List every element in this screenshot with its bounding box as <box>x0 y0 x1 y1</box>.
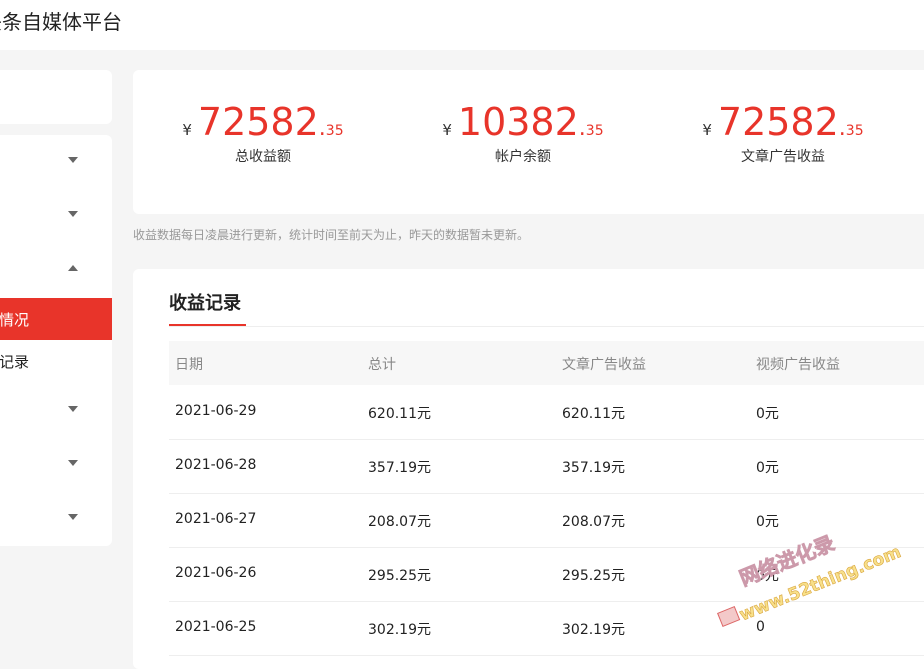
update-notice: 收益数据每日凌晨进行更新，统计时间至前天为止，昨天的数据暂未更新。 <box>133 226 529 243</box>
stat-label: 总收益额 <box>133 146 393 166</box>
cell-total: 620.11元 <box>368 403 431 423</box>
cell-total: 208.07元 <box>368 511 431 531</box>
sidebar-subitem-earnings-overview[interactable]: 益情况 <box>0 298 112 340</box>
sidebar-subitem-withdraw-records[interactable]: 现记录 <box>0 340 112 382</box>
stat-account-balance: ¥10382.35 帐户余额 <box>393 100 653 166</box>
cell-article-ad: 295.25元 <box>562 565 625 585</box>
stat-label: 文章广告收益 <box>653 146 913 166</box>
table-header: 日期 总计 文章广告收益 视频广告收益 <box>169 341 924 385</box>
sidebar-item-service[interactable]: 服 <box>0 492 112 546</box>
currency-symbol: ¥ <box>182 121 192 139</box>
top-bar: 头条自媒体平台 <box>0 0 924 50</box>
earnings-summary-card: ¥72582.35 总收益额 ¥10382.35 帐户余额 ¥72582.35 … <box>133 70 924 214</box>
stat-value-integer: 72582 <box>718 100 839 144</box>
chevron-down-icon <box>68 406 78 412</box>
sidebar-item-label: 现记录 <box>0 351 29 372</box>
earnings-records-card: 收益记录 日期 总计 文章广告收益 视频广告收益 2021-06-29 620.… <box>133 269 924 669</box>
stat-value-dot: . <box>579 116 586 141</box>
sidebar-item-settings[interactable]: 置 <box>0 438 112 492</box>
sidebar-menu: 作 理 益 益情况 现记录 据 置 服 <box>0 135 112 546</box>
stat-label: 帐户余额 <box>393 146 653 166</box>
sidebar-item-home[interactable]: 页 <box>0 70 112 124</box>
cell-article-ad: 208.07元 <box>562 511 625 531</box>
cell-total: 302.19元 <box>368 619 431 639</box>
stat-value-dot: . <box>839 116 846 141</box>
sidebar-home-card: 页 <box>0 70 112 124</box>
cell-date: 2021-06-27 <box>175 511 256 527</box>
column-header-article-ad: 文章广告收益 <box>562 354 646 374</box>
cell-date: 2021-06-25 <box>175 619 256 635</box>
tab-earnings-records[interactable]: 收益记录 <box>169 289 241 315</box>
cell-video-ad: 0元 <box>756 403 779 423</box>
cell-total: 357.19元 <box>368 457 431 477</box>
divider <box>169 326 924 327</box>
sidebar-item-earnings[interactable]: 益 <box>0 243 112 297</box>
column-header-video-ad: 视频广告收益 <box>756 354 840 374</box>
stat-article-ad-earnings: ¥72582.35 文章广告收益 <box>653 100 913 166</box>
table-row: 2021-06-29 620.11元 620.11元 0元 <box>169 385 924 440</box>
stat-value-decimal: 35 <box>846 123 864 139</box>
cell-video-ad: 0元 <box>756 457 779 477</box>
stat-value-integer: 72582 <box>198 100 319 144</box>
cell-date: 2021-06-29 <box>175 403 256 419</box>
stat-value-integer: 10382 <box>458 100 579 144</box>
sidebar-item-data[interactable]: 据 <box>0 384 112 438</box>
table-row: 2021-06-25 302.19元 302.19元 0 <box>169 601 924 656</box>
sidebar-item-label: 益情况 <box>0 309 29 330</box>
sidebar-item-create[interactable]: 作 <box>0 135 112 189</box>
column-header-total: 总计 <box>368 354 396 374</box>
currency-symbol: ¥ <box>442 121 452 139</box>
stat-value-decimal: 35 <box>326 123 344 139</box>
cell-date: 2021-06-26 <box>175 565 256 581</box>
cell-article-ad: 302.19元 <box>562 619 625 639</box>
cell-video-ad: 0 <box>756 619 765 635</box>
sidebar-item-manage[interactable]: 理 <box>0 189 112 243</box>
cell-article-ad: 357.19元 <box>562 457 625 477</box>
currency-symbol: ¥ <box>702 121 712 139</box>
app-title: 头条自媒体平台 <box>0 6 122 35</box>
cell-total: 295.25元 <box>368 565 431 585</box>
stat-value-decimal: 35 <box>586 123 604 139</box>
chevron-down-icon <box>68 211 78 217</box>
chevron-up-icon <box>68 265 78 271</box>
cell-date: 2021-06-28 <box>175 457 256 473</box>
cell-video-ad: 0元 <box>756 511 779 531</box>
stat-value-dot: . <box>319 116 326 141</box>
column-header-date: 日期 <box>175 354 203 374</box>
table-row: 2021-06-28 357.19元 357.19元 0元 <box>169 439 924 494</box>
chevron-down-icon <box>68 157 78 163</box>
chevron-down-icon <box>68 460 78 466</box>
stat-total-earnings: ¥72582.35 总收益额 <box>133 100 393 166</box>
chevron-down-icon <box>68 514 78 520</box>
table-row: 2021-06-26 295.25元 295.25元 0元 <box>169 547 924 602</box>
cell-article-ad: 620.11元 <box>562 403 625 423</box>
table-row: 2021-06-27 208.07元 208.07元 0元 <box>169 493 924 548</box>
cell-video-ad: 0元 <box>756 565 779 585</box>
